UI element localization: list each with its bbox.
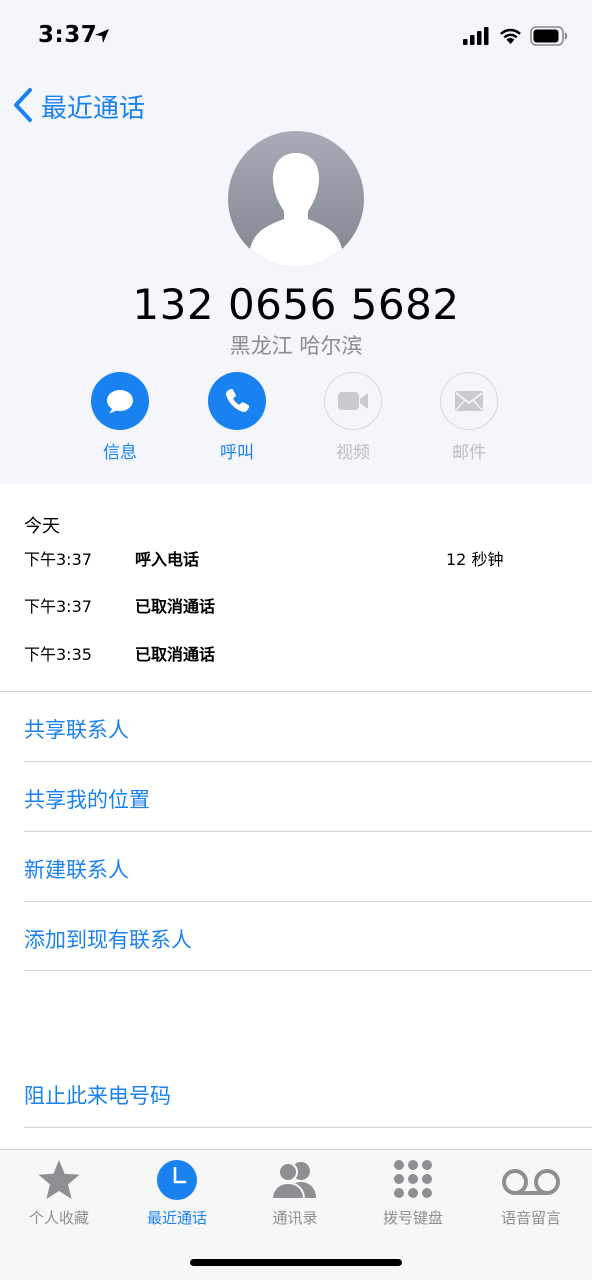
call-log-row: 下午3:37 已取消通话 — [24, 593, 584, 617]
video-button-label: 视频 — [336, 443, 370, 463]
cellular-signal-icon — [463, 27, 489, 45]
message-bubble-icon — [107, 390, 133, 413]
call-type: 已取消通话 — [135, 645, 216, 664]
wifi-icon — [500, 28, 521, 44]
back-chevron-icon[interactable] — [12, 87, 34, 123]
keypad-icon — [394, 1160, 432, 1198]
call-duration: 12 秒钟 — [446, 550, 504, 569]
divider — [0, 691, 592, 692]
envelope-icon — [455, 391, 483, 411]
star-icon — [38, 1160, 80, 1199]
call-button[interactable]: 呼叫 — [192, 372, 282, 463]
tab-favorites[interactable]: 个人收藏 — [0, 1158, 118, 1228]
tab-keypad-label: 拨号键盘 — [382, 1209, 443, 1227]
tab-recents-label: 最近通话 — [146, 1209, 207, 1227]
call-button-circle[interactable] — [208, 372, 266, 430]
contact-location: 黑龙江 哈尔滨 — [229, 334, 363, 358]
share-location-link[interactable]: 共享我的位置 — [24, 784, 150, 814]
call-time: 下午3:37 — [24, 550, 92, 569]
contacts-icon — [270, 1162, 316, 1200]
video-button[interactable]: 视频 — [308, 372, 398, 463]
status-time: 3:37 — [38, 22, 98, 48]
mail-button-circle[interactable] — [440, 372, 498, 430]
call-type: 已取消通话 — [135, 597, 216, 616]
tab-voicemail[interactable]: 语音留言 — [472, 1158, 590, 1228]
home-indicator[interactable] — [190, 1259, 402, 1266]
divider — [24, 1127, 592, 1128]
tab-contacts[interactable]: 通讯录 — [236, 1158, 354, 1228]
message-button-circle[interactable] — [91, 372, 149, 430]
video-camera-icon — [338, 392, 368, 410]
divider — [24, 970, 592, 971]
clock-icon — [157, 1160, 197, 1200]
message-button-label: 信息 — [103, 443, 137, 463]
divider — [24, 831, 592, 832]
mail-button[interactable]: 邮件 — [424, 372, 514, 463]
battery-icon — [530, 26, 568, 46]
voicemail-icon — [502, 1169, 560, 1195]
video-button-circle[interactable] — [324, 372, 382, 430]
divider — [24, 761, 592, 762]
phone-icon — [225, 388, 250, 413]
avatar — [228, 131, 364, 267]
person-silhouette-icon — [250, 153, 342, 267]
mail-button-label: 邮件 — [452, 443, 486, 463]
call-log-row: 下午3:37 呼入电话 12 秒钟 — [24, 546, 584, 570]
divider — [24, 901, 592, 902]
share-contact-link[interactable]: 共享联系人 — [24, 714, 129, 744]
message-button[interactable]: 信息 — [75, 372, 165, 463]
call-time: 下午3:37 — [24, 597, 92, 616]
location-arrow-icon — [95, 29, 109, 43]
back-button[interactable]: 最近通话 — [41, 88, 145, 125]
call-type: 呼入电话 — [135, 550, 200, 569]
add-to-existing-contact-link[interactable]: 添加到现有联系人 — [24, 924, 192, 954]
recents-section-title: 今天 — [24, 516, 60, 537]
tab-voicemail-label: 语音留言 — [500, 1209, 561, 1227]
new-contact-link[interactable]: 新建联系人 — [24, 854, 129, 884]
tab-keypad[interactable]: 拨号键盘 — [354, 1158, 472, 1228]
tab-recents[interactable]: 最近通话 — [118, 1158, 236, 1228]
call-log-row: 下午3:35 已取消通话 — [24, 641, 584, 665]
tab-favorites-label: 个人收藏 — [28, 1209, 89, 1227]
contact-phone-number: 132 0656 5682 — [132, 280, 460, 329]
tab-contacts-label: 通讯录 — [272, 1209, 318, 1227]
call-time: 下午3:35 — [24, 645, 92, 664]
block-caller-link[interactable]: 阻止此来电号码 — [24, 1080, 171, 1110]
call-button-label: 呼叫 — [220, 443, 254, 463]
